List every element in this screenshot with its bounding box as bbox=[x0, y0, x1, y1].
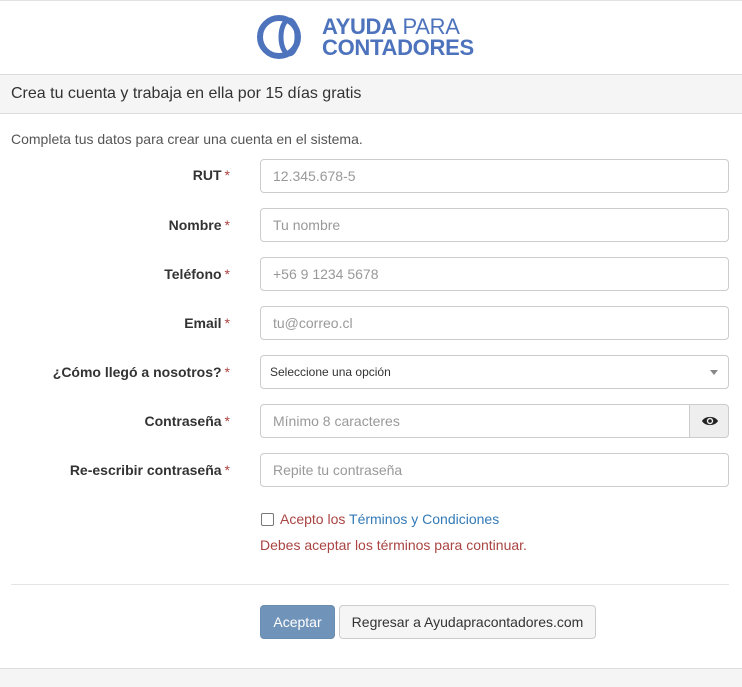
password-confirm-label: Re-escribir contraseña * bbox=[69, 462, 230, 478]
nombre-input[interactable] bbox=[260, 208, 729, 242]
divider bbox=[11, 584, 729, 585]
required-marker: * bbox=[224, 217, 230, 233]
telefono-label: Teléfono * bbox=[164, 266, 230, 282]
logo-line-2: CONTADORES bbox=[322, 35, 474, 60]
required-marker: * bbox=[224, 462, 230, 478]
top-rule bbox=[0, 0, 742, 1]
ring-logo-icon bbox=[257, 15, 301, 59]
toggle-password-button[interactable] bbox=[689, 404, 729, 438]
back-button[interactable]: Regresar a Ayudapracontadores.com bbox=[339, 605, 596, 639]
terms-link[interactable]: Términos y Condiciones bbox=[349, 511, 499, 527]
referral-select[interactable]: Seleccione una opción bbox=[260, 355, 729, 389]
panel-heading: Crea tu cuenta y trabaja en ella por 15 … bbox=[0, 74, 742, 114]
email-input[interactable] bbox=[260, 306, 729, 340]
terms-error: Debes aceptar los términos para continua… bbox=[260, 537, 527, 553]
rut-input[interactable] bbox=[260, 159, 729, 193]
required-marker: * bbox=[224, 364, 230, 380]
required-marker: * bbox=[224, 266, 230, 282]
intro-text: Completa tus datos para crear una cuenta… bbox=[11, 131, 363, 147]
brand-logo[interactable]: AYUDA PARA CONTADORES bbox=[256, 12, 488, 60]
password-confirm-input[interactable] bbox=[260, 453, 729, 487]
referral-label: ¿Cómo llegó a nosotros? * bbox=[52, 364, 230, 380]
page-title: Crea tu cuenta y trabaja en ella por 15 … bbox=[11, 85, 362, 102]
submit-button[interactable]: Aceptar bbox=[260, 605, 335, 639]
terms-checkbox[interactable] bbox=[261, 513, 274, 526]
telefono-input[interactable] bbox=[260, 257, 729, 291]
required-marker: * bbox=[224, 167, 230, 183]
nombre-label: Nombre * bbox=[168, 217, 230, 233]
required-marker: * bbox=[224, 413, 230, 429]
password-input[interactable] bbox=[260, 404, 690, 438]
password-label: Contraseña * bbox=[144, 413, 230, 429]
email-label: Email * bbox=[184, 315, 230, 331]
rut-label: RUT * bbox=[192, 167, 230, 183]
referral-select-value: Seleccione una opción bbox=[270, 365, 391, 379]
terms-text: Acepto los Términos y Condiciones bbox=[280, 511, 500, 527]
panel-footer bbox=[0, 668, 742, 687]
caret-down-icon bbox=[710, 370, 718, 375]
required-marker: * bbox=[224, 315, 230, 331]
eye-icon bbox=[702, 416, 718, 426]
